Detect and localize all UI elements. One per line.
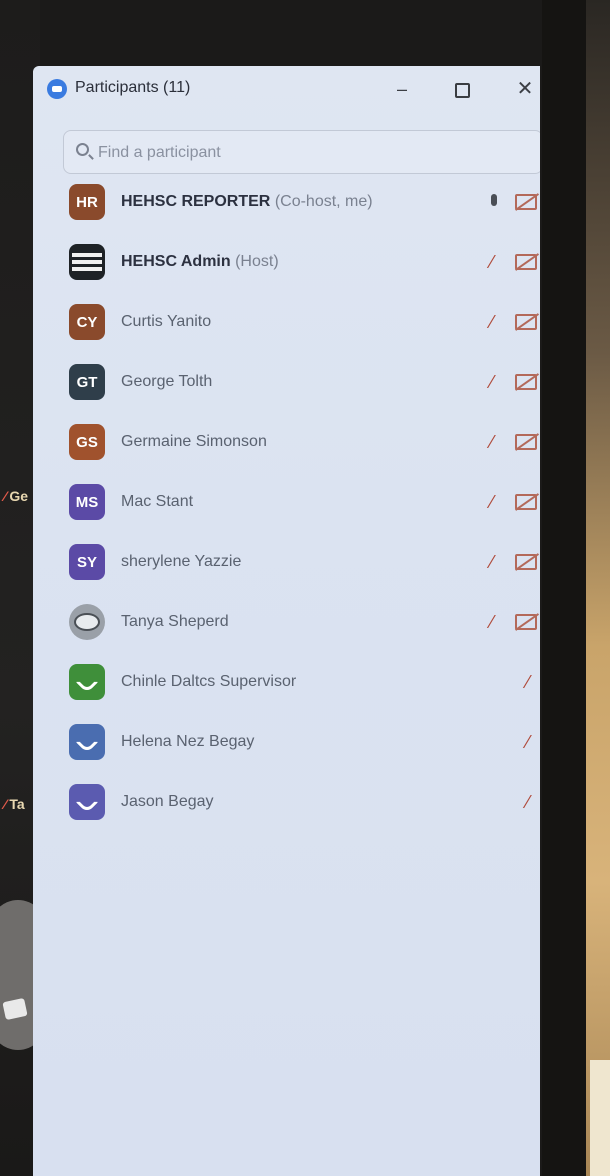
mic-muted-icon[interactable]: ⁄ xyxy=(485,372,499,392)
avatar: HR xyxy=(69,184,105,220)
participant-name: Curtis Yanito xyxy=(121,313,212,330)
mic-muted-icon[interactable]: ⁄ xyxy=(485,312,499,332)
video-off-icon[interactable] xyxy=(515,254,537,270)
participant-name: Tanya Sheperd xyxy=(121,613,229,630)
mic-muted-icon[interactable]: ⁄ xyxy=(485,552,499,572)
participant-name: Chinle Daltcs Supervisor xyxy=(121,673,297,690)
video-off-icon[interactable] xyxy=(515,554,537,570)
participant-name: sherylene Yazzie xyxy=(121,553,242,570)
mic-muted-icon[interactable]: ⁄ xyxy=(485,492,499,512)
search-icon xyxy=(76,143,89,156)
participant-row[interactable]: CY Curtis Yanito ⁄ xyxy=(33,298,540,348)
participant-row[interactable]: Jason Begay ⁄ xyxy=(33,778,540,828)
phone-icon xyxy=(69,784,105,820)
participant-row[interactable]: Tanya Sheperd ⁄ xyxy=(33,598,540,648)
share-icon xyxy=(2,997,28,1021)
mic-muted-icon[interactable]: ⁄ xyxy=(521,672,535,692)
background-participant-label: ⁄ Ge xyxy=(4,488,29,504)
mic-muted-icon: ⁄ xyxy=(4,488,7,504)
phone-icon xyxy=(69,664,105,700)
mic-muted-icon[interactable]: ⁄ xyxy=(521,792,535,812)
participant-row[interactable]: HEHSC Admin (Host) ⁄ xyxy=(33,238,540,288)
zoom-app-icon xyxy=(47,79,67,99)
video-off-icon[interactable] xyxy=(515,614,537,630)
avatar: GS xyxy=(69,424,105,460)
video-off-icon[interactable] xyxy=(515,314,537,330)
title-bar: Participants (11) – ✕ xyxy=(33,66,540,112)
minimize-button[interactable]: – xyxy=(389,78,415,100)
video-off-icon[interactable] xyxy=(515,374,537,390)
search-input[interactable] xyxy=(98,140,518,166)
window-title: Participants (11) xyxy=(75,79,191,96)
search-box[interactable] xyxy=(63,130,540,174)
participants-panel: Participants (11) – ✕ HR HEHSC REPORTER … xyxy=(33,66,540,1176)
phone-icon xyxy=(69,724,105,760)
background-participant-label: ⁄ Ta xyxy=(4,796,25,812)
video-off-icon[interactable] xyxy=(515,434,537,450)
avatar xyxy=(69,244,105,280)
participant-name: HEHSC REPORTER (Co-host, me) xyxy=(121,193,373,210)
avatar: SY xyxy=(69,544,105,580)
participant-row[interactable]: SY sherylene Yazzie ⁄ xyxy=(33,538,540,588)
mic-muted-icon[interactable]: ⁄ xyxy=(485,612,499,632)
avatar: MS xyxy=(69,484,105,520)
maximize-button[interactable] xyxy=(449,78,475,100)
video-off-icon[interactable] xyxy=(515,194,537,210)
mic-icon[interactable] xyxy=(491,194,497,206)
participant-row[interactable]: GS Germaine Simonson ⁄ xyxy=(33,418,540,468)
participant-row[interactable]: HR HEHSC REPORTER (Co-host, me) xyxy=(33,178,540,228)
avatar xyxy=(69,604,105,640)
participant-name: Mac Stant xyxy=(121,493,194,510)
participant-name: HEHSC Admin (Host) xyxy=(121,253,279,270)
mic-muted-icon[interactable]: ⁄ xyxy=(521,732,535,752)
avatar: CY xyxy=(69,304,105,340)
avatar: GT xyxy=(69,364,105,400)
mic-muted-icon[interactable]: ⁄ xyxy=(485,432,499,452)
video-feed-highlight xyxy=(590,1060,610,1176)
mic-muted-icon: ⁄ xyxy=(4,796,7,812)
participant-row[interactable]: Chinle Daltcs Supervisor ⁄ xyxy=(33,658,540,708)
participant-row[interactable]: Helena Nez Begay ⁄ xyxy=(33,718,540,768)
close-button[interactable]: ✕ xyxy=(512,78,538,100)
participant-name: George Tolth xyxy=(121,373,213,390)
participant-row[interactable]: MS Mac Stant ⁄ xyxy=(33,478,540,528)
participant-name: Helena Nez Begay xyxy=(121,733,255,750)
background-video-right xyxy=(542,0,610,1176)
mic-muted-icon[interactable]: ⁄ xyxy=(485,252,499,272)
video-off-icon[interactable] xyxy=(515,494,537,510)
participant-name: Germaine Simonson xyxy=(121,433,267,450)
participant-name: Jason Begay xyxy=(121,793,214,810)
participant-row[interactable]: GT George Tolth ⁄ xyxy=(33,358,540,408)
video-feed xyxy=(586,0,610,1176)
